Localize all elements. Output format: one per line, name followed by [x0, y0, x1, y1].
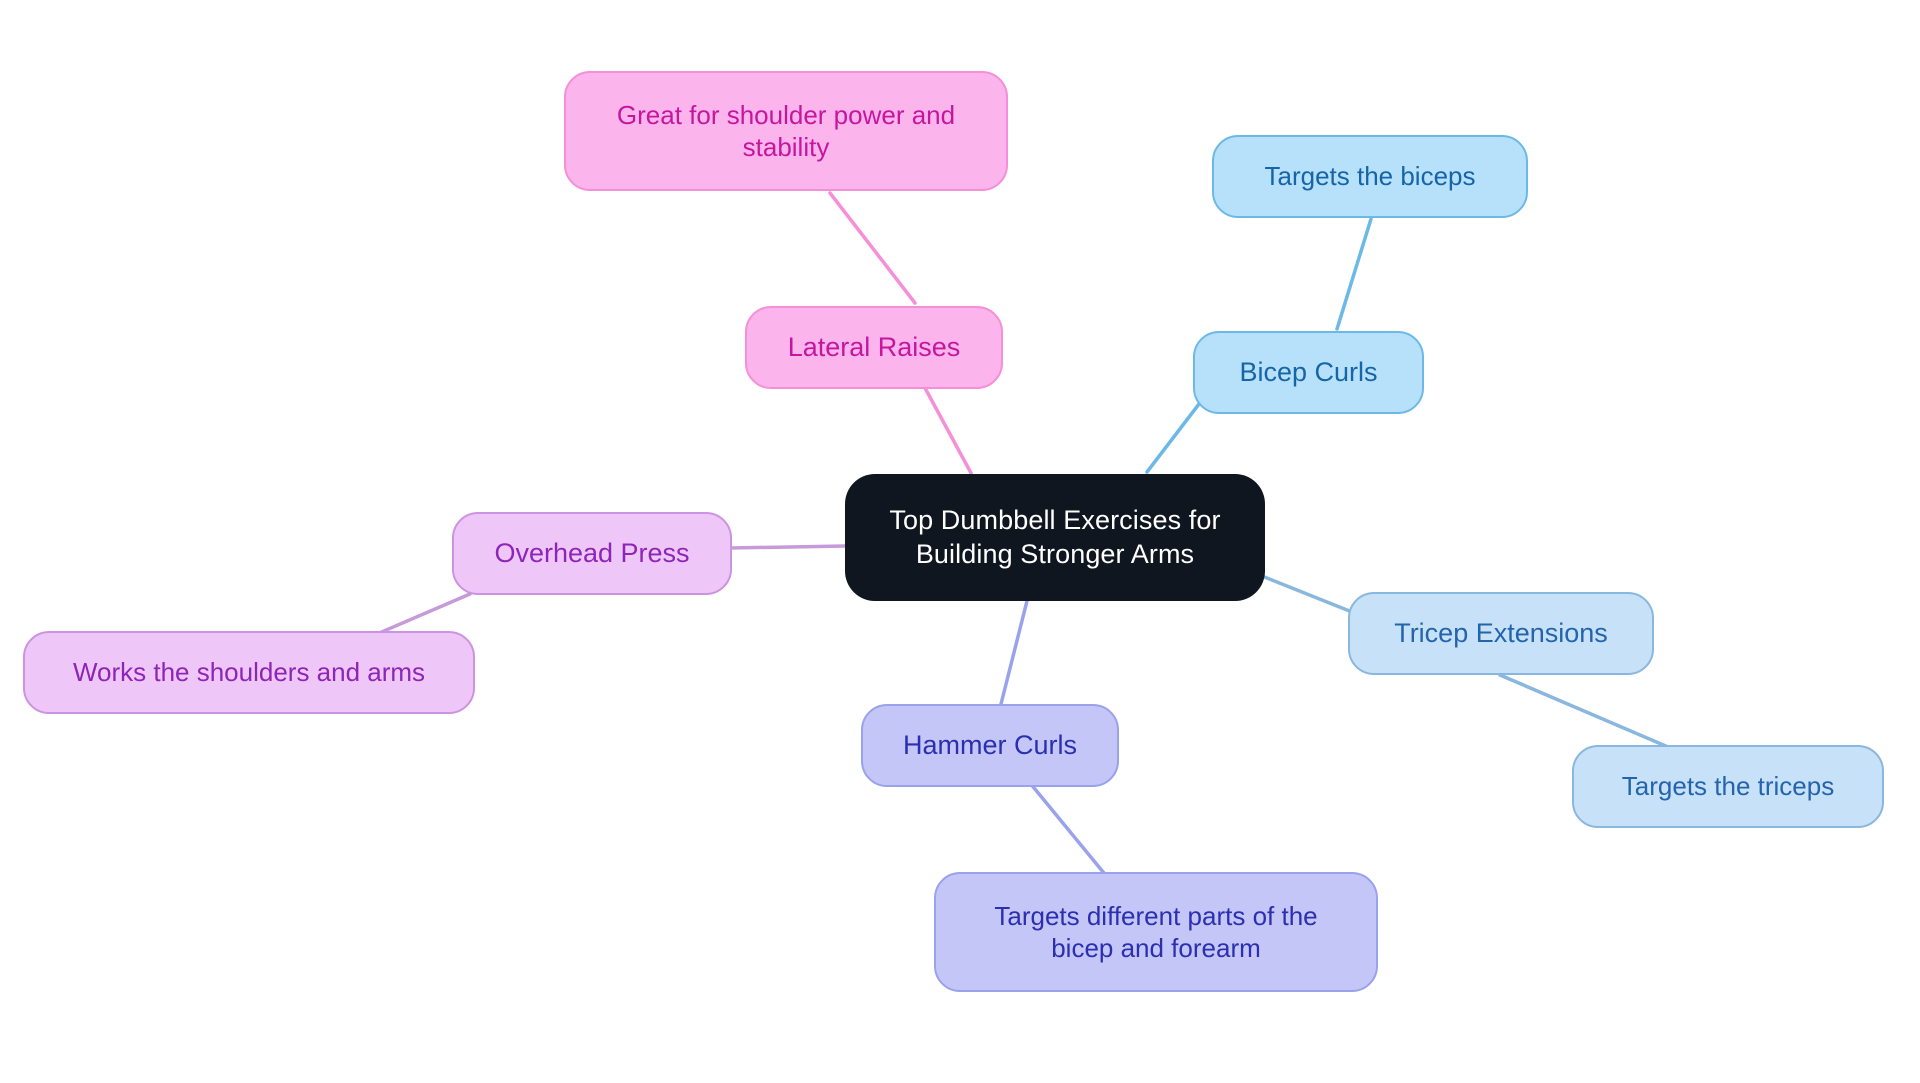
node-targets-bicep-forearm[interactable]: Targets different parts of the bicep and… [934, 872, 1378, 992]
node-lateral-raises[interactable]: Lateral Raises [745, 306, 1003, 389]
edge-root-overhead-press [728, 544, 847, 550]
node-label-bicep-curls: Bicep Curls [1239, 356, 1378, 387]
node-bicep-curls[interactable]: Bicep Curls [1193, 331, 1424, 414]
node-shoulder-power-stability[interactable]: Great for shoulder power and stability [564, 71, 1008, 191]
node-targets-the-biceps[interactable]: Targets the biceps [1212, 135, 1528, 218]
node-label-overhead-press: Overhead Press [494, 537, 690, 568]
mindmap-canvas: Top Dumbbell Exercises for Building Stro… [0, 0, 1920, 1083]
node-targets-the-triceps[interactable]: Targets the triceps [1572, 745, 1884, 828]
edge-root-hammer-curls [998, 595, 1030, 710]
node-label-tricep-extensions: Tricep Extensions [1394, 617, 1608, 648]
node-label-targets-the-biceps: Targets the biceps [1264, 161, 1476, 192]
edge-lateral-raises-power [828, 191, 917, 305]
node-tricep-extensions[interactable]: Tricep Extensions [1348, 592, 1654, 675]
node-label-works-shoulders-arms: Works the shoulders and arms [72, 657, 426, 688]
edge-bicep-curls-biceps [1335, 217, 1373, 331]
node-label-targets-bicep-forearm: Targets different parts of the bicep and… [994, 900, 1318, 964]
node-label-shoulder-power-stability: Great for shoulder power and stability [616, 99, 956, 163]
edge-overhead-press-works [375, 592, 472, 636]
edge-root-bicep-curls [1145, 402, 1201, 474]
node-label-lateral-raises: Lateral Raises [787, 331, 961, 362]
node-label-targets-the-triceps: Targets the triceps [1621, 771, 1835, 802]
node-hammer-curls[interactable]: Hammer Curls [861, 704, 1119, 787]
edge-hammer-curls-bicep-fore [1028, 781, 1110, 880]
node-label-root: Top Dumbbell Exercises for Building Stro… [889, 504, 1221, 569]
node-label-hammer-curls: Hammer Curls [902, 729, 1077, 760]
node-works-shoulders-arms[interactable]: Works the shoulders and arms [23, 631, 475, 714]
node-root[interactable]: Top Dumbbell Exercises for Building Stro… [845, 474, 1265, 601]
edge-root-lateral-raises [923, 386, 973, 475]
node-overhead-press[interactable]: Overhead Press [452, 512, 732, 595]
edge-tricep-ext-triceps [1498, 673, 1670, 749]
